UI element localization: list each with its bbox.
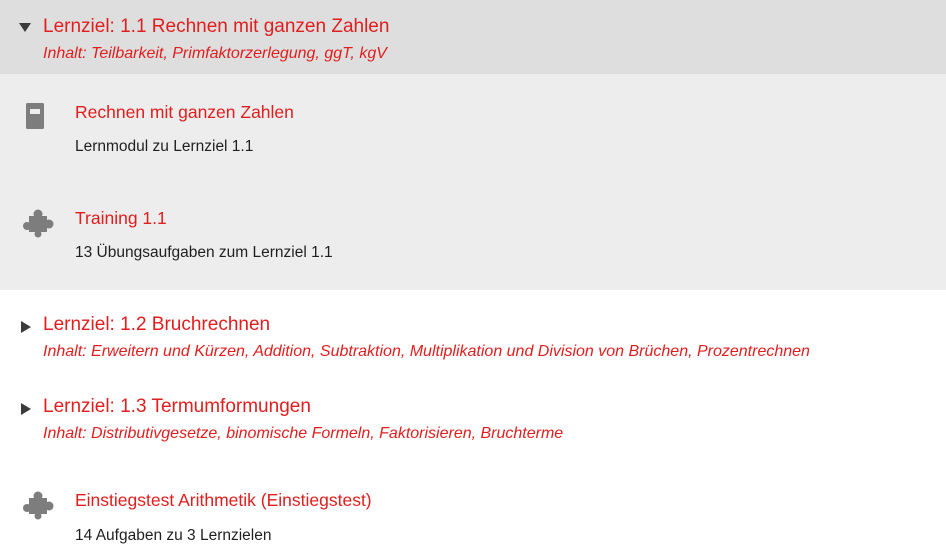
- section-title[interactable]: Lernziel: 1.1 Rechnen mit ganzen Zahlen: [43, 16, 389, 38]
- puzzle-icon: [23, 490, 55, 525]
- section-content: Inhalt: Erweitern und Kürzen, Addition, …: [43, 343, 810, 360]
- book-icon: [26, 103, 44, 134]
- item-description: Lernmodul zu Lernziel 1.1: [75, 138, 254, 155]
- section-body-1-1: Rechnen mit ganzen Zahlen Lernmodul zu L…: [0, 74, 946, 290]
- expand-arrow-icon[interactable]: [21, 321, 31, 333]
- puzzle-icon: [23, 208, 55, 243]
- item-title-einstiegstest[interactable]: Einstiegstest Arithmetik (Einstiegstest): [75, 490, 372, 511]
- item-title-training[interactable]: Training 1.1: [75, 208, 167, 229]
- section-title[interactable]: Lernziel: 1.3 Termumformungen: [43, 396, 311, 418]
- section-title[interactable]: Lernziel: 1.2 Bruchrechnen: [43, 314, 270, 336]
- collapse-arrow-icon[interactable]: [19, 23, 31, 32]
- section-content: Inhalt: Teilbarkeit, Primfaktorzerlegung…: [43, 45, 387, 62]
- item-title-lernmodul[interactable]: Rechnen mit ganzen Zahlen: [75, 102, 294, 123]
- section-header-1-1[interactable]: Lernziel: 1.1 Rechnen mit ganzen Zahlen …: [0, 0, 946, 74]
- section-content: Inhalt: Distributivgesetze, binomische F…: [43, 425, 564, 442]
- expand-arrow-icon[interactable]: [21, 403, 31, 415]
- item-description: 13 Übungsaufgaben zum Lernziel 1.1: [75, 244, 333, 261]
- item-description: 14 Aufgaben zu 3 Lernzielen: [75, 527, 272, 544]
